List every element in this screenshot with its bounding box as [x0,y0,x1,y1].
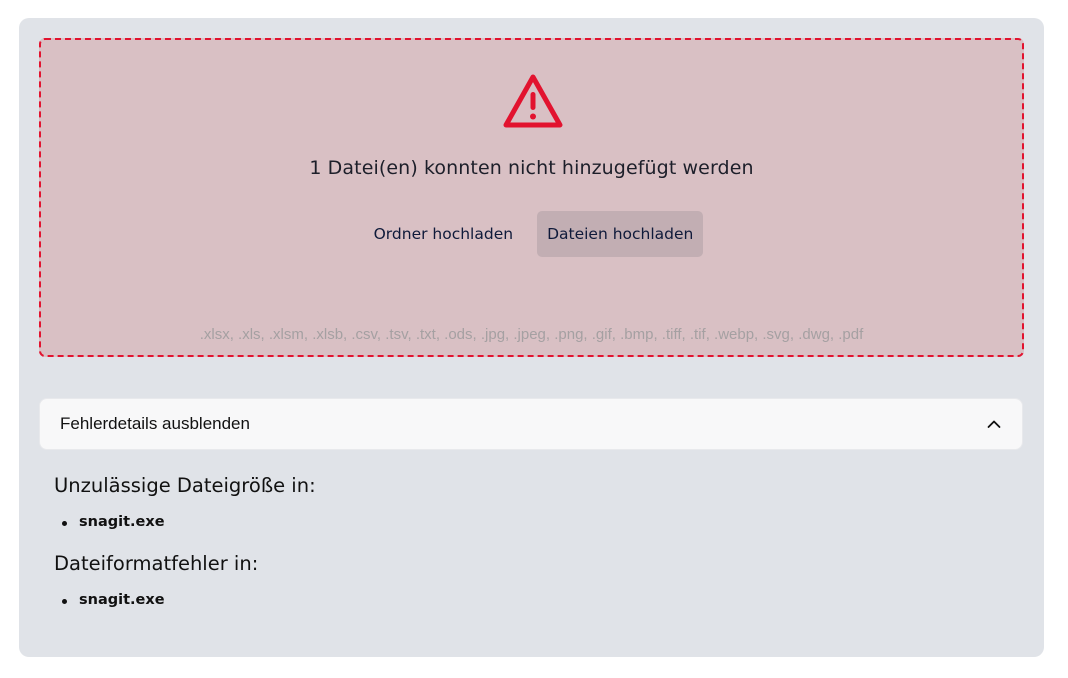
error-details-toggle[interactable]: Fehlerdetails ausblenden [39,398,1023,450]
file-dropzone[interactable]: 1 Datei(en) konnten nicht hinzugefügt we… [39,38,1024,357]
format-error-file-list: snagit.exe [54,592,165,608]
error-details-toggle-label: Fehlerdetails ausblenden [60,414,250,433]
size-error-file-list: snagit.exe [54,514,165,530]
upload-folder-button[interactable]: Ordner hochladen [360,211,527,257]
upload-files-button[interactable]: Dateien hochladen [537,211,704,257]
list-item: snagit.exe [54,592,165,608]
accepted-formats-text: .xlsx, .xls, .xlsm, .xlsb, .csv, .tsv, .… [199,326,864,343]
upload-button-row: Ordner hochladen Dateien hochladen [41,211,1022,257]
list-item: snagit.exe [54,514,165,530]
warning-triangle-icon [503,74,563,128]
size-error-heading: Unzulässige Dateigröße in: [54,474,316,497]
format-error-heading: Dateiformatfehler in: [54,552,259,575]
chevron-up-icon [987,420,1001,428]
upload-panel: 1 Datei(en) konnten nicht hinzugefügt we… [19,18,1044,657]
upload-error-message: 1 Datei(en) konnten nicht hinzugefügt we… [309,157,754,179]
